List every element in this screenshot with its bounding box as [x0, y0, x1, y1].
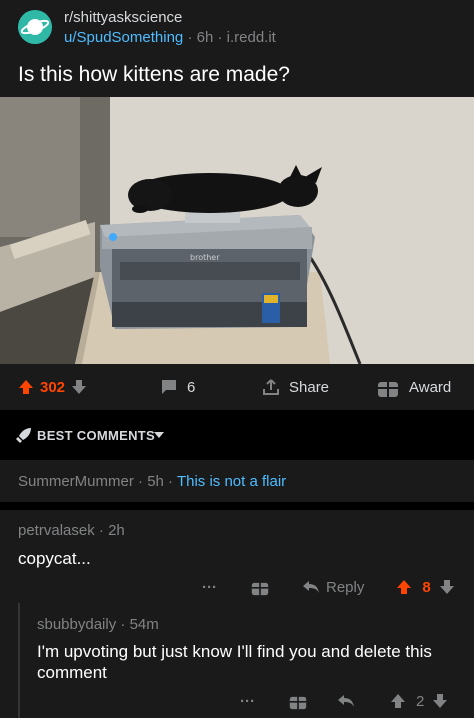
comment-age: 54m	[129, 616, 159, 633]
post-action-bar: 302 6 Share Award	[0, 364, 474, 410]
user-flair: This is not a flair	[176, 473, 287, 490]
share-button[interactable]: Share	[262, 364, 329, 410]
comment-count: 6	[187, 378, 196, 396]
post-image[interactable]: brother	[0, 97, 474, 364]
more-icon[interactable]: ···	[240, 693, 255, 710]
post-header: r/shittyaskscience u/SpudSomething · 6h …	[0, 0, 474, 55]
comment-list: petrvalasek · 2h copycat... ··· Reply 8 …	[0, 510, 474, 718]
printer-brand-text: brother	[190, 253, 220, 262]
collapsed-comment[interactable]: SummerMummer · 5h · This is not a flair	[0, 460, 474, 502]
comment-meta: sbubbydaily · 54m	[37, 616, 159, 633]
thread-line	[18, 603, 20, 718]
comment-meta: petrvalasek · 2h	[18, 522, 125, 539]
subreddit-name[interactable]: r/shittyaskscience	[64, 9, 182, 26]
post-vote-group: 302	[18, 364, 87, 410]
comment-author[interactable]: SummerMummer	[18, 473, 134, 490]
share-label: Share	[289, 378, 330, 396]
comment-actions: ··· 2	[240, 690, 448, 712]
gift-icon[interactable]	[289, 692, 307, 710]
award-button[interactable]: Award	[377, 364, 451, 410]
post-title[interactable]: Is this how kittens are made?	[18, 63, 458, 87]
comments-button[interactable]: 6	[160, 364, 195, 410]
comment-score: 2	[416, 692, 425, 710]
separator: ·	[120, 616, 126, 633]
post-domain[interactable]: i.redd.it	[227, 29, 276, 46]
subreddit-avatar-icon[interactable]	[18, 10, 52, 44]
award-icon	[378, 378, 398, 397]
comment-actions: ··· Reply 8	[202, 576, 455, 598]
post-author[interactable]: u/SpudSomething	[64, 29, 183, 46]
post-meta: u/SpudSomething · 6h · i.redd.it	[64, 29, 276, 46]
sort-label[interactable]: BEST COMMENTS	[37, 428, 155, 443]
comment-author[interactable]: sbubbydaily	[37, 616, 116, 633]
rocket-icon	[16, 428, 31, 443]
award-label: Award	[409, 378, 452, 396]
separator: ·	[138, 473, 144, 490]
comment-age: 5h	[147, 473, 164, 490]
comment-icon	[162, 380, 176, 394]
separator: ·	[168, 473, 174, 490]
comment-body: copycat...	[18, 549, 91, 568]
more-icon[interactable]: ···	[202, 579, 217, 596]
comment-body: I'm upvoting but just know I'll find you…	[37, 642, 432, 682]
separator: ·	[217, 29, 223, 46]
post-age: 6h	[196, 29, 214, 46]
upvote-icon[interactable]	[390, 693, 406, 709]
downvote-icon[interactable]	[71, 379, 87, 395]
share-icon	[263, 379, 279, 395]
comment-sort-bar[interactable]: BEST COMMENTS	[0, 410, 474, 460]
reply-icon	[303, 581, 319, 593]
collapsed-comment-meta: SummerMummer · 5h · This is not a flair	[18, 473, 286, 490]
upvote-icon[interactable]	[396, 579, 412, 595]
downvote-icon[interactable]	[432, 693, 448, 709]
comment-age: 2h	[108, 522, 125, 539]
separator: ·	[187, 29, 193, 46]
reply-label: Reply	[326, 578, 365, 596]
upvote-icon[interactable]	[18, 379, 34, 395]
post-score: 302	[40, 378, 66, 396]
comment-author[interactable]: petrvalasek	[18, 522, 95, 539]
chevron-down-icon[interactable]	[154, 432, 164, 439]
reply-button[interactable]: Reply	[302, 579, 364, 596]
comment-score: 8	[422, 578, 431, 596]
downvote-icon[interactable]	[439, 579, 455, 595]
separator: ·	[98, 522, 104, 539]
reply-icon[interactable]	[337, 694, 355, 708]
gift-icon[interactable]	[251, 578, 269, 596]
